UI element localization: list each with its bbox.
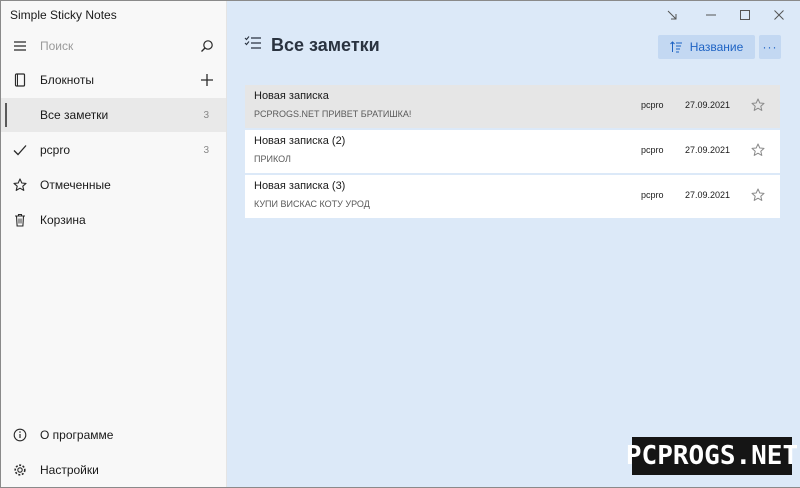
sidebar-item-about[interactable]: О программе	[1, 418, 226, 452]
sidebar-item-starred[interactable]: Отмеченные	[1, 168, 226, 202]
star-icon[interactable]	[750, 187, 766, 203]
checklist-icon	[244, 35, 262, 56]
sidebar-item-trash[interactable]: Корзина	[1, 203, 226, 237]
note-title: Новая записка (2)	[254, 135, 346, 147]
maximize-button[interactable]	[733, 5, 757, 25]
info-icon	[12, 428, 28, 442]
note-count: 3	[203, 144, 209, 156]
note-preview: ПРИКОЛ	[254, 154, 291, 164]
app-window: Simple Sticky Notes Поиск Блокноты Все з…	[0, 0, 800, 488]
search-icon[interactable]	[200, 39, 214, 53]
note-list: Новая записка PCPROGS.NET ПРИВЕТ БРАТИШК…	[245, 85, 780, 220]
note-notebook: pcpro	[641, 100, 664, 110]
page-title: Все заметки	[271, 35, 380, 55]
more-options-button[interactable]: ···	[759, 35, 781, 59]
notebook-icon	[12, 73, 28, 87]
minimize-button[interactable]	[699, 5, 723, 25]
sidebar-item-pcpro[interactable]: pcpro 3	[1, 133, 226, 167]
sort-icon	[669, 41, 682, 53]
note-row[interactable]: Новая записка (3) КУПИ ВИСКАС КОТУ УРОД …	[245, 175, 780, 218]
note-date: 27.09.2021	[685, 145, 731, 155]
selection-indicator	[5, 103, 7, 127]
note-notebook: pcpro	[641, 145, 664, 155]
star-icon[interactable]	[750, 97, 766, 113]
checkmark-icon	[12, 144, 28, 156]
sidebar-item-label: pcpro	[40, 143, 71, 157]
hamburger-menu-icon[interactable]	[12, 40, 28, 52]
close-button[interactable]	[767, 5, 791, 25]
sidebar-item-all-notes[interactable]: Все заметки 3	[1, 98, 226, 132]
sidebar-item-label: Отмеченные	[40, 178, 111, 192]
add-notebook-icon[interactable]	[200, 73, 214, 87]
sort-button[interactable]: Название	[658, 35, 755, 59]
search-input[interactable]: Поиск	[40, 39, 200, 53]
app-title: Simple Sticky Notes	[10, 8, 117, 22]
note-row[interactable]: Новая записка PCPROGS.NET ПРИВЕТ БРАТИШК…	[245, 85, 780, 128]
sidebar-item-label: Корзина	[40, 213, 86, 227]
star-icon[interactable]	[750, 142, 766, 158]
note-notebook: pcpro	[641, 190, 664, 200]
trash-icon	[12, 213, 28, 227]
note-count: 3	[203, 109, 209, 121]
sidebar-item-label: Блокноты	[40, 73, 94, 87]
compact-overlay-icon[interactable]	[660, 5, 684, 25]
note-row[interactable]: Новая записка (2) ПРИКОЛ pcpro 27.09.202…	[245, 130, 780, 173]
note-preview: КУПИ ВИСКАС КОТУ УРОД	[254, 199, 370, 209]
sidebar-item-settings[interactable]: Настройки	[1, 453, 226, 487]
watermark: PCPROGS.NET	[626, 437, 798, 475]
sidebar-item-label: О программе	[40, 428, 114, 442]
page-header: Все заметки	[244, 35, 380, 56]
sidebar-item-label: Настройки	[40, 463, 99, 477]
note-title: Новая записка (3)	[254, 180, 346, 192]
note-title: Новая записка	[254, 90, 329, 102]
main-panel: Все заметки Название ··· Новая записка P…	[227, 1, 800, 487]
gear-icon	[12, 463, 28, 477]
note-date: 27.09.2021	[685, 100, 731, 110]
note-preview: PCPROGS.NET ПРИВЕТ БРАТИШКА!	[254, 109, 412, 119]
sidebar-item-label: Все заметки	[40, 108, 109, 122]
sidebar: Simple Sticky Notes Поиск Блокноты Все з…	[1, 1, 227, 487]
search-row[interactable]: Поиск	[1, 29, 226, 63]
sort-label: Название	[689, 40, 744, 54]
sidebar-item-notebooks[interactable]: Блокноты	[1, 63, 226, 97]
note-date: 27.09.2021	[685, 190, 731, 200]
star-icon	[12, 178, 28, 192]
